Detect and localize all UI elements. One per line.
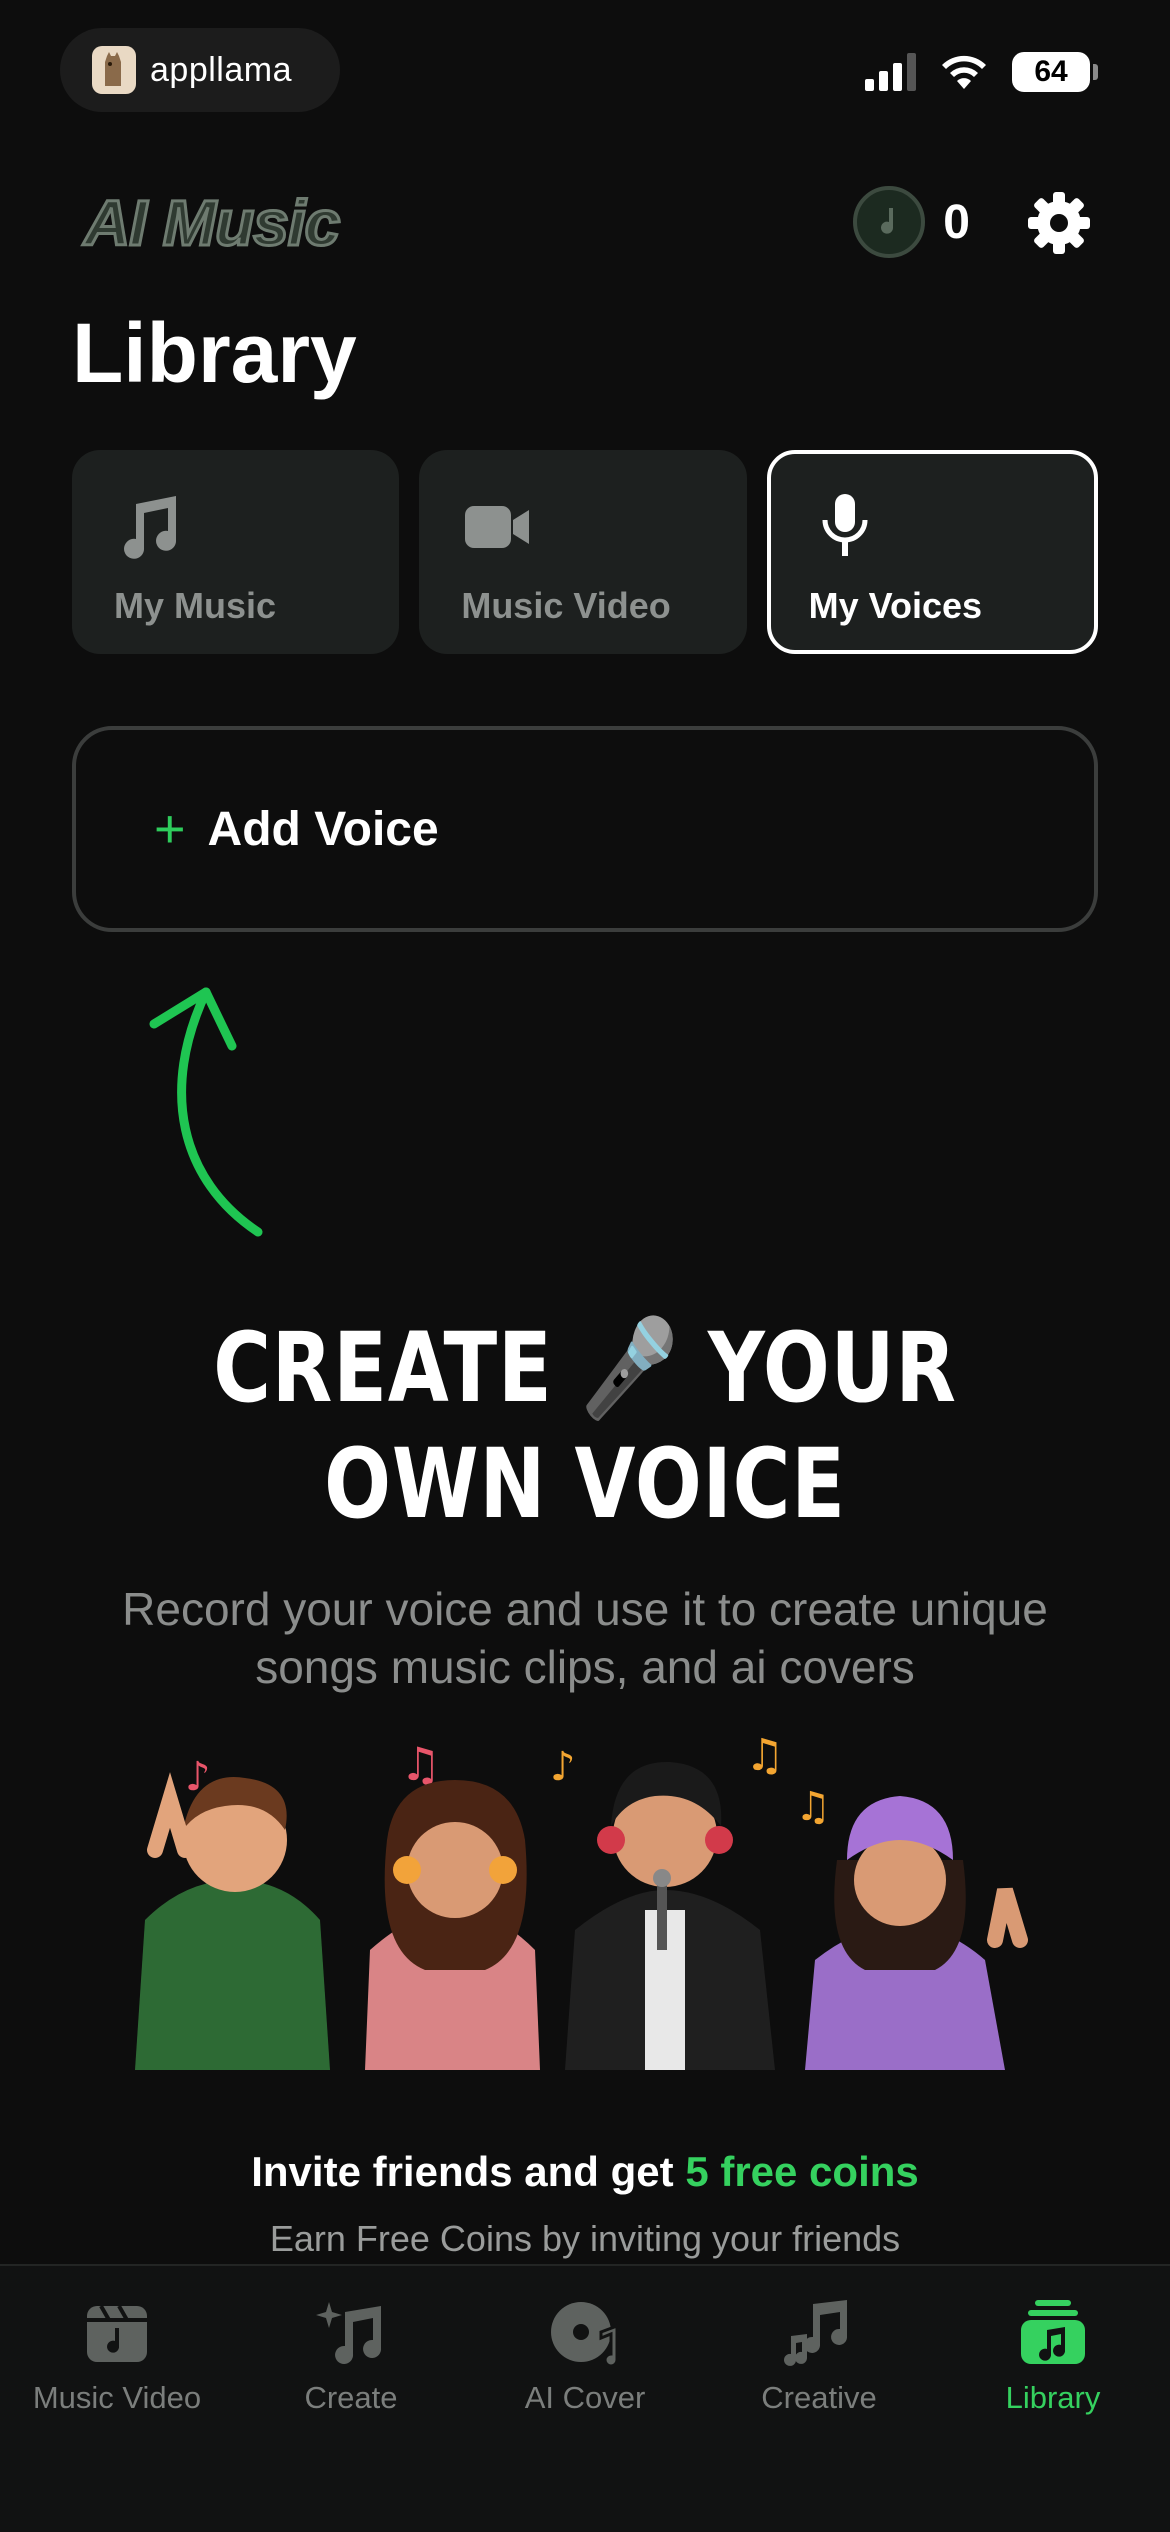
add-voice-button[interactable]: + Add Voice (72, 726, 1098, 932)
tab-my-voices[interactable]: My Voices (766, 450, 1098, 654)
tab-label: Music Video (461, 585, 671, 626)
add-voice-label: Add Voice (207, 802, 439, 856)
bottom-nav: Music Video Create AI Cover Creative Lib… (0, 2264, 1170, 2532)
nav-label: Create (304, 2380, 398, 2415)
coin-balance[interactable]: 0 (853, 186, 970, 258)
hero-title-line1: CREATE 🎤 YOUR (213, 1312, 957, 1424)
tab-my-music[interactable]: My Music (72, 450, 400, 654)
svg-text:♫: ♫ (795, 1784, 831, 1830)
coin-count: 0 (943, 195, 970, 249)
tab-label: My Voices (808, 585, 983, 626)
carrier-pill: appllama (60, 28, 340, 112)
library-icon (1021, 2300, 1085, 2364)
coin-music-icon (853, 186, 926, 258)
vinyl-icon (551, 2302, 619, 2368)
plus-icon: + (154, 799, 186, 859)
nav-label: Library (1005, 2380, 1101, 2415)
nav-item-library[interactable]: Library (936, 2266, 1170, 2532)
video-camera-icon (465, 506, 530, 548)
nav-item-music-video[interactable]: Music Video (0, 2266, 234, 2532)
tab-music-video[interactable]: Music Video (419, 450, 747, 654)
hero-title: CREATE 🎤 YOUR OWN VOICE (105, 1310, 1064, 1542)
music-video-icon (87, 2305, 147, 2362)
library-tabs: My Music Music Video My Voices (72, 450, 1098, 654)
invite-title-highlight: 5 free coins (685, 2148, 919, 2195)
llama-icon (92, 46, 136, 94)
svg-text:♪: ♪ (550, 1744, 576, 1790)
nav-label: Music Video (32, 2380, 202, 2415)
nav-label: AI Cover (524, 2380, 646, 2415)
microphone-icon (822, 494, 868, 556)
svg-text:♫: ♫ (745, 1730, 784, 1781)
nav-item-create[interactable]: Create (234, 2266, 468, 2532)
tab-label: My Music (114, 585, 277, 626)
hero-title-line2: OWN VOICE (324, 1428, 846, 1540)
creative-notes-icon (784, 2300, 848, 2366)
hero-subtitle: Record your voice and use it to create u… (122, 1583, 1048, 1693)
wifi-icon (942, 55, 986, 89)
battery-icon: 64 (1012, 52, 1098, 92)
page-title: Library (72, 306, 357, 400)
nav-label: Creative (761, 2380, 877, 2415)
music-note-icon (124, 496, 177, 559)
nav-item-ai-cover[interactable]: AI Cover (468, 2266, 702, 2532)
invite-title-prefix: Invite friends and get (251, 2148, 674, 2195)
sparkle-music-icon (316, 2302, 382, 2364)
app-logo: AI Music (82, 186, 341, 261)
battery-level: 64 (1034, 55, 1068, 88)
carrier-name: appllama (150, 50, 292, 89)
singers-illustration: ♪ ♫ ♪ ♫ ♫ (135, 1730, 1028, 2070)
gear-icon[interactable] (1026, 190, 1092, 256)
invite-subtitle: Earn Free Coins by inviting your friends (269, 2218, 901, 2259)
invite-title[interactable]: Invite friends and get 5 free coins (0, 2148, 1170, 2196)
status-indicators: 64 (865, 52, 1098, 92)
curved-arrow-icon (149, 987, 263, 1237)
nav-item-creative[interactable]: Creative (702, 2266, 936, 2532)
cellular-signal-icon (865, 53, 916, 91)
status-bar: appllama 64 (0, 0, 1170, 140)
